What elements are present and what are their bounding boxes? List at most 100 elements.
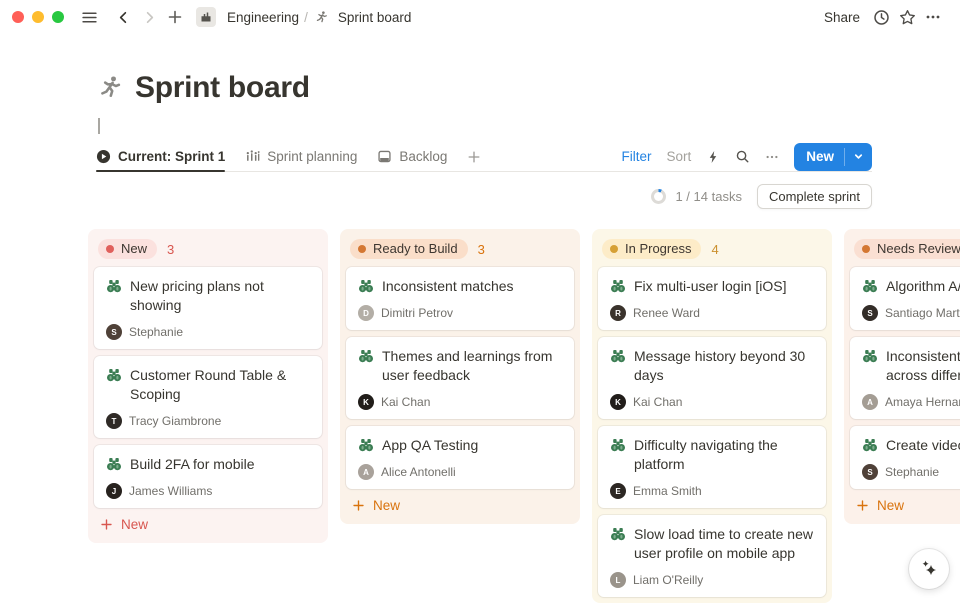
column-status-pill[interactable]: New [98,239,157,259]
breadcrumb-separator: / [304,10,308,25]
task-card[interactable]: Inconsistent matches D Dimitri Petrov [346,267,574,330]
breadcrumb-workspace[interactable]: Engineering [222,8,304,27]
board-column: Ready to Build 3 Inconsistent matches D … [340,229,580,524]
card-title-row: App QA Testing [358,436,562,455]
assignee-avatar: T [106,413,122,429]
card-assignee: K Kai Chan [610,394,814,410]
zoom-window-button[interactable] [52,11,64,23]
task-card[interactable]: New pricing plans not showing S Stephani… [94,267,322,349]
card-title-row: Message history beyond 30 days [610,347,814,385]
column-label: New [121,241,147,256]
share-button[interactable]: Share [816,7,868,28]
history-clock-icon[interactable] [868,4,894,30]
chevron-down-icon[interactable] [845,143,872,171]
card-title-row: Fix multi-user login [iOS] [610,277,814,296]
task-card[interactable]: Themes and learnings from user feedback … [346,337,574,419]
new-entry-button[interactable]: New [794,143,872,171]
page-running-person-icon[interactable] [96,74,124,102]
column-cards: New pricing plans not showing S Stephani… [94,267,322,508]
assignee-avatar: K [610,394,626,410]
new-entry-button-label[interactable]: New [794,143,844,171]
workspace-icon[interactable] [196,7,216,27]
task-card[interactable]: Inconsistent u across differe A Amaya He… [850,337,960,419]
column-new-label: New [373,498,400,513]
card-title: App QA Testing [382,436,478,455]
column-header: Needs Review [850,235,960,259]
task-card[interactable]: Slow load time to create new user profil… [598,515,826,597]
tab-backlog[interactable]: Backlog [377,142,447,171]
column-new-button[interactable]: New [94,508,322,537]
sidebar-toggle-icon[interactable] [76,4,102,30]
breadcrumb-page[interactable]: Sprint board [333,8,417,27]
card-assignee: T Tracy Giambrone [106,413,310,429]
column-status-pill[interactable]: In Progress [602,239,701,259]
task-card[interactable]: Customer Round Table & Scoping T Tracy G… [94,356,322,438]
assignee-avatar: D [358,305,374,321]
close-window-button[interactable] [12,11,24,23]
assignee-name: James Williams [129,484,212,498]
plus-icon [352,499,365,512]
filter-button[interactable]: Filter [621,149,651,164]
binoculars-icon [358,348,374,364]
task-card[interactable]: Fix multi-user login [iOS] R Renee Ward [598,267,826,330]
complete-sprint-button[interactable]: Complete sprint [757,184,872,209]
sprint-subheader: 1 / 14 tasks Complete sprint [96,172,872,219]
plus-icon [100,518,113,531]
page-title[interactable]: Sprint board [135,70,310,106]
task-card[interactable]: App QA Testing A Alice Antonelli [346,426,574,489]
more-options-icon[interactable] [920,4,946,30]
task-card[interactable]: Create video g S Stephanie [850,426,960,489]
card-title: Create video g [886,436,960,455]
card-assignee: S Santiago Martine [862,305,960,321]
card-assignee: S Stephanie [106,324,310,340]
new-page-icon[interactable] [162,4,188,30]
back-icon[interactable] [110,4,136,30]
column-cards: Fix multi-user login [iOS] R Renee Ward … [598,267,826,597]
task-card[interactable]: Difficulty navigating the platform E Emm… [598,426,826,508]
column-new-button[interactable]: New [346,489,574,518]
binoculars-icon [862,278,878,294]
ai-sparkle-button[interactable] [909,549,949,589]
binoculars-icon [610,526,626,542]
task-card[interactable]: Algorithm A/B S Santiago Martine [850,267,960,330]
board-column: New 3 New pricing plans not showing S St… [88,229,328,543]
add-view-icon[interactable] [467,150,481,164]
binoculars-icon [610,348,626,364]
tab-current-sprint[interactable]: Current: Sprint 1 [96,142,225,171]
search-icon[interactable] [735,149,750,164]
card-assignee: K Kai Chan [358,394,562,410]
binoculars-icon [358,437,374,453]
task-card[interactable]: Build 2FA for mobile J James Williams [94,445,322,508]
assignee-name: Kai Chan [633,395,682,409]
forward-icon[interactable] [136,4,162,30]
assignee-name: Santiago Martine [885,306,960,320]
column-label: Needs Review [877,241,960,256]
minimize-window-button[interactable] [32,11,44,23]
assignee-avatar: S [862,464,878,480]
card-title-row: Inconsistent u across differe [862,347,960,385]
card-title: Fix multi-user login [iOS] [634,277,786,296]
card-title: Build 2FA for mobile [130,455,255,474]
column-count: 4 [711,242,718,257]
assignee-name: Liam O'Reilly [633,573,703,587]
binoculars-icon [358,278,374,294]
lightning-bolt-icon[interactable] [706,150,720,164]
column-label: Ready to Build [373,241,458,256]
column-cards: Algorithm A/B S Santiago Martine Inconsi… [850,267,960,489]
assignee-name: Kai Chan [381,395,430,409]
status-dot-icon [106,245,114,253]
column-status-pill[interactable]: Needs Review [854,239,960,259]
favorite-star-icon[interactable] [894,4,920,30]
card-title: New pricing plans not showing [130,277,310,315]
card-assignee: A Amaya Hernande [862,394,960,410]
column-new-button[interactable]: New [850,489,960,518]
view-more-options-icon[interactable] [765,150,779,164]
task-card[interactable]: Message history beyond 30 days K Kai Cha… [598,337,826,419]
status-dot-icon [862,245,870,253]
card-assignee: S Stephanie [862,464,960,480]
card-title-row: Inconsistent matches [358,277,562,296]
tab-sprint-planning[interactable]: Sprint planning [245,142,357,171]
status-dot-icon [358,245,366,253]
sort-button[interactable]: Sort [666,149,691,164]
column-status-pill[interactable]: Ready to Build [350,239,468,259]
